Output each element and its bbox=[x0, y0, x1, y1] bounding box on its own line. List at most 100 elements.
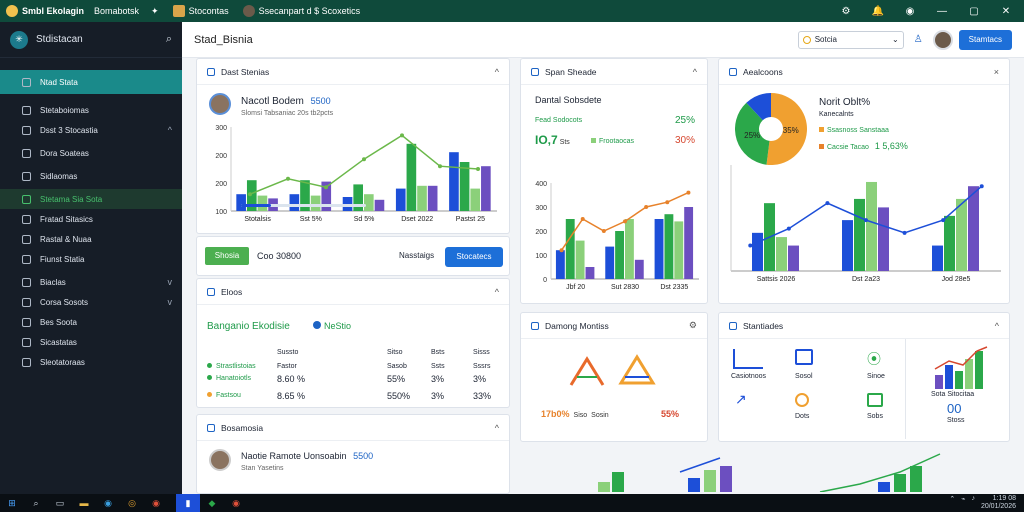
topbar-link-2[interactable]: Stocontas bbox=[172, 5, 229, 17]
brand-logo-icon: ✳ bbox=[10, 30, 28, 49]
window-close-button[interactable]: ✕ bbox=[992, 6, 1020, 17]
topbar-tool-icon[interactable]: ✦ bbox=[151, 6, 159, 17]
trend-point bbox=[748, 243, 753, 248]
table-cell: 8.60 % bbox=[277, 374, 306, 384]
start-button[interactable]: ⊞ bbox=[0, 494, 24, 512]
file-explorer-icon[interactable]: ▬ bbox=[72, 494, 96, 512]
sidebar-item-1[interactable]: Stetaboiomas bbox=[0, 100, 182, 120]
topbar-link-1-label: Bomabotsk bbox=[94, 6, 140, 16]
sidebar-brand[interactable]: ✳ Stdistacan ⌕ bbox=[0, 22, 182, 58]
card-link[interactable]: Nasstaigs bbox=[399, 251, 434, 260]
x-tick-label: Stotalsis bbox=[244, 216, 271, 223]
chevron-up-icon[interactable]: ^ bbox=[995, 321, 999, 331]
trend-icon[interactable]: ↗ bbox=[735, 391, 747, 408]
close-icon[interactable]: × bbox=[994, 67, 999, 77]
chrome-icon[interactable]: ◎ bbox=[120, 494, 144, 512]
sidebar-item-13[interactable]: Sleotatoraas bbox=[0, 352, 182, 372]
nav-icon bbox=[22, 105, 31, 115]
card-span: Span Sheade ^ Dantal Sobsdete Fead Sodoc… bbox=[520, 58, 708, 304]
bar bbox=[289, 194, 300, 211]
bar bbox=[459, 162, 470, 211]
sidebar-item-3[interactable]: Dora Soateas bbox=[0, 143, 182, 163]
window-maximize-button[interactable]: ▢ bbox=[960, 6, 988, 17]
person-value: 5500 bbox=[353, 451, 374, 461]
edge-icon[interactable]: ◉ bbox=[96, 494, 120, 512]
card-action-button[interactable]: Stocatecs bbox=[445, 247, 503, 267]
sidebar-item-4[interactable]: Sidlaomas bbox=[0, 166, 182, 186]
primary-button[interactable]: Stamtacs bbox=[958, 29, 1012, 50]
card-analytics: Aealcoons × 35% 25% Norit Oblt% Kanecalnt… bbox=[718, 58, 1010, 304]
sidebar-item-7[interactable]: Rastal & Nuaa bbox=[0, 229, 182, 249]
table-cell: 8.65 % bbox=[277, 391, 306, 401]
trend-point bbox=[559, 248, 564, 253]
card-title: Bosamosia bbox=[221, 422, 264, 433]
sidebar-item-8[interactable]: Fiunst Statia bbox=[0, 249, 182, 269]
settings-icon[interactable]: ⚙ bbox=[832, 6, 860, 17]
sidebar-item-12[interactable]: Sicastatas bbox=[0, 332, 182, 352]
chevron-up-icon[interactable]: ^ bbox=[495, 67, 499, 77]
card-header: Dast Stenias ^ bbox=[197, 59, 509, 85]
avatar[interactable] bbox=[932, 29, 953, 50]
volume-icon[interactable]: ♪ bbox=[971, 495, 975, 511]
badge-icon[interactable] bbox=[795, 393, 809, 407]
topbar-link-1[interactable]: Bomabotsk bbox=[94, 6, 139, 16]
signal-icon[interactable]: ⦿ bbox=[867, 349, 881, 369]
sidebar-item-5[interactable]: Stetama Sia Sota bbox=[0, 189, 182, 209]
pie-title: Norit Oblt% bbox=[819, 97, 871, 108]
user-profile-icon[interactable]: ♙ bbox=[914, 34, 923, 45]
pie-legend-2: Cacsie Tacao 1 5,63% bbox=[819, 141, 908, 151]
card-action-button-label: Stocatecs bbox=[456, 252, 492, 261]
nav-icon bbox=[22, 125, 31, 135]
search-select[interactable]: Sotcia ⌄ bbox=[797, 30, 904, 49]
divider bbox=[905, 339, 906, 439]
notification-icon[interactable]: 🔔 bbox=[864, 6, 892, 17]
table-cell: 33% bbox=[473, 391, 492, 401]
nav-icon bbox=[22, 234, 31, 244]
trend-point bbox=[400, 133, 404, 138]
network-icon[interactable]: ⌁ bbox=[961, 495, 965, 511]
window-minimize-button[interactable]: — bbox=[928, 6, 956, 17]
chevron-up-icon[interactable]: ^ bbox=[495, 287, 499, 297]
app-icon[interactable]: ◉ bbox=[224, 494, 248, 512]
chevron-up-icon[interactable]: ^ bbox=[693, 67, 697, 77]
card-icon bbox=[207, 67, 215, 76]
chevron-down-icon[interactable]: v bbox=[168, 297, 173, 307]
app-active-icon[interactable]: ▮ bbox=[176, 494, 200, 512]
mini-bar bbox=[975, 351, 983, 389]
bar bbox=[704, 470, 716, 492]
sidebar-item-2[interactable]: Dsst 3 Stocastia ^ bbox=[0, 120, 182, 140]
user-icon[interactable]: ◉ bbox=[896, 6, 924, 17]
sidebar-item-label: Rastal & Nuaa bbox=[40, 234, 92, 244]
stat-legend-label: Frootaocas bbox=[599, 138, 635, 145]
tag-chip[interactable]: Shosia bbox=[205, 247, 249, 265]
sidebar-item-label: Fiunst Statia bbox=[40, 254, 85, 264]
trend-point bbox=[864, 218, 868, 223]
bar bbox=[932, 245, 943, 271]
sidebar-item-10[interactable]: Corsa Sosots v bbox=[0, 292, 182, 312]
sidebar-item-label: Corsa Sosots bbox=[40, 297, 89, 307]
chevron-up-icon[interactable]: ^ bbox=[168, 125, 172, 135]
sidebar-item-11[interactable]: Bes Soota bbox=[0, 312, 182, 332]
pie-legend-2-label: Cacsie Tacao bbox=[827, 144, 869, 151]
search-icon[interactable]: ⌕ bbox=[24, 494, 48, 512]
bar bbox=[854, 198, 865, 271]
monitor-icon[interactable] bbox=[795, 349, 813, 365]
search-value: Sotcia bbox=[814, 35, 837, 44]
sidebar-item-0[interactable]: Ntad Stata bbox=[0, 70, 182, 94]
task-view-icon[interactable]: ▭ bbox=[48, 494, 72, 512]
topbar-link-3[interactable]: Ssecanpart d $ Scoxetics bbox=[242, 5, 360, 17]
card-stats: Dast Stenias ^ Nacotl Bodem 5500 Slomsi … bbox=[196, 58, 510, 234]
bar-chart-icon[interactable] bbox=[733, 349, 763, 369]
chevron-up-icon[interactable]: ^ bbox=[495, 423, 499, 433]
stat-value-2: 55% bbox=[661, 409, 680, 419]
tray-icon[interactable]: ⌃ bbox=[949, 495, 955, 511]
sidebar-item-9[interactable]: Biaclas v bbox=[0, 272, 182, 292]
app-icon[interactable]: ◉ bbox=[144, 494, 168, 512]
sidebar-search-icon[interactable]: ⌕ bbox=[166, 33, 172, 46]
calendar-icon[interactable] bbox=[867, 393, 883, 407]
app-icon[interactable]: ◆ bbox=[200, 494, 224, 512]
sidebar-item-6[interactable]: Fratad Sitasics bbox=[0, 209, 182, 229]
settings-icon[interactable]: ⚙ bbox=[689, 320, 697, 331]
mini-bar bbox=[955, 371, 963, 389]
chevron-down-icon[interactable]: v bbox=[168, 277, 173, 287]
